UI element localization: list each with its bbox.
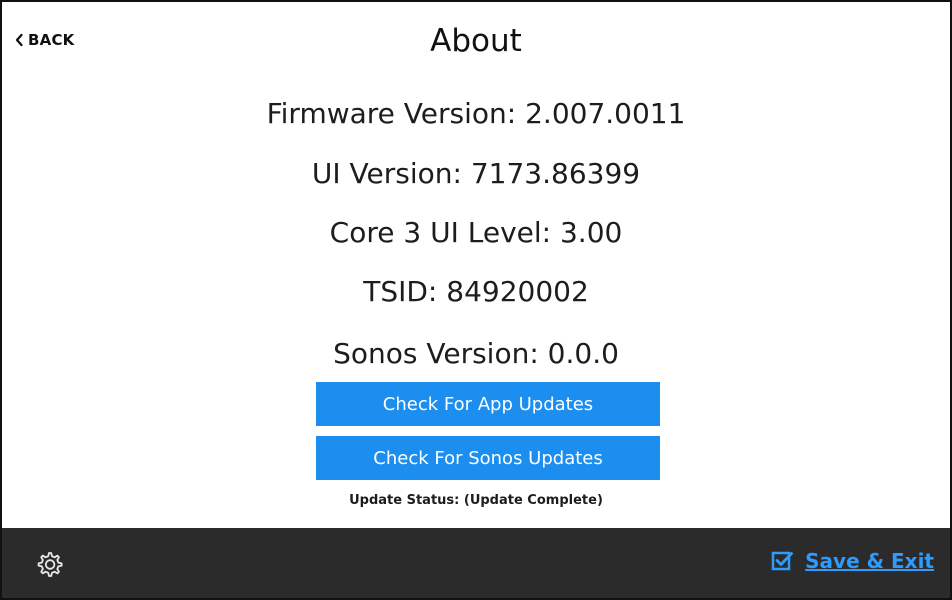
about-content: Firmware Version: 2.007.0011 UI Version:…	[2, 86, 950, 530]
check-sonos-updates-button[interactable]: Check For Sonos Updates	[316, 436, 660, 480]
update-status-text: Update Status: (Update Complete)	[349, 493, 603, 508]
save-exit-label: Save & Exit	[805, 549, 934, 573]
check-app-updates-button[interactable]: Check For App Updates	[316, 382, 660, 426]
tsid-text: TSID: 84920002	[363, 275, 589, 308]
checkbox-icon	[771, 549, 795, 573]
page-title: About	[430, 23, 522, 59]
save-exit-button[interactable]: Save & Exit	[771, 549, 934, 573]
footer-bar: Save & Exit	[2, 528, 950, 598]
sonos-version-text: Sonos Version: 0.0.0	[333, 337, 619, 370]
core-ui-level-text: Core 3 UI Level: 3.00	[329, 216, 623, 249]
firmware-version-text: Firmware Version: 2.007.0011	[266, 97, 686, 130]
ui-version-text: UI Version: 7173.86399	[311, 157, 641, 190]
gear-icon[interactable]	[31, 548, 67, 584]
about-screen: BACK About Firmware Version: 2.007.0011 …	[0, 0, 952, 600]
header-bar: BACK About	[2, 2, 950, 87]
